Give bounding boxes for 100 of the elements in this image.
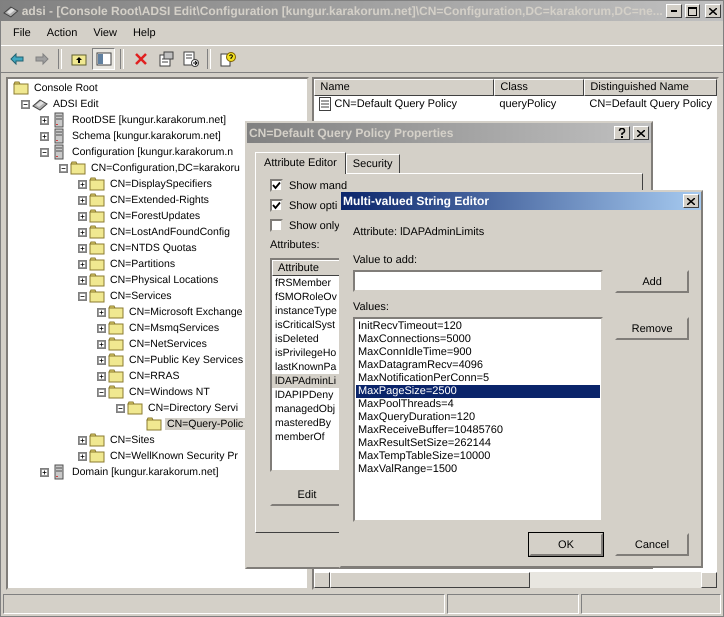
list-item[interactable]: InitRecvTimeout=120	[356, 320, 600, 333]
list-item[interactable]: MaxPoolThreads=4	[356, 398, 600, 411]
values-list[interactable]	[353, 317, 604, 522]
list-item[interactable]: MaxTempTableSize=10000	[356, 450, 600, 463]
folder-icon	[89, 240, 105, 256]
tree-item[interactable]: Schema [kungur.karakorum.net]	[70, 130, 223, 142]
checkbox[interactable]	[270, 199, 283, 212]
folder-icon	[89, 208, 105, 224]
table-cell-text: queryPolicy	[498, 97, 558, 111]
tree-item[interactable]: CN=Physical Locations	[108, 274, 220, 286]
expand-icon[interactable]	[97, 356, 106, 364]
maximize-button[interactable]	[684, 4, 700, 18]
tree-item[interactable]: CN=NetServices	[127, 338, 209, 350]
menu-item[interactable]: Help	[124, 25, 164, 41]
expand-icon[interactable]	[40, 132, 49, 140]
tree-item[interactable]: CN=Public Key Services	[127, 354, 246, 366]
checkbox-label: Show only	[289, 220, 340, 232]
table-cell[interactable]: CN=Default Query Policy	[334, 98, 457, 110]
tree-item[interactable]: CN=Sites	[108, 434, 157, 446]
folder-icon	[108, 304, 124, 320]
checkbox[interactable]	[270, 219, 283, 232]
list-item[interactable]: MaxValRange=1500	[356, 463, 600, 476]
tree-item[interactable]: CN=DisplaySpecifiers	[108, 178, 214, 190]
tree-item[interactable]: Configuration [kungur.karakorum.n	[70, 146, 236, 158]
expand-icon[interactable]	[40, 468, 49, 476]
collapse-icon[interactable]	[59, 164, 68, 172]
help-button[interactable]	[614, 126, 630, 140]
toolbar-button[interactable]	[92, 48, 115, 70]
list-item[interactable]: MaxQueryDuration=120	[356, 411, 600, 424]
expand-icon[interactable]	[40, 116, 49, 124]
tree-item[interactable]: RootDSE [kungur.karakorum.net]	[70, 114, 228, 126]
remove-button[interactable]: Remove	[615, 317, 689, 340]
list-item[interactable]: MaxNotificationPerConn=5	[356, 372, 600, 385]
tree-item[interactable]: CN=WellKnown Security Pr	[108, 450, 240, 462]
expand-icon[interactable]	[97, 308, 106, 316]
collapse-icon[interactable]	[116, 404, 125, 412]
list-item[interactable]: MaxReceiveBuffer=10485760	[356, 424, 600, 437]
column-header[interactable]: Name	[314, 79, 494, 96]
folder-icon	[108, 384, 124, 400]
close-button[interactable]	[683, 194, 699, 208]
column-header[interactable]: Distinguished Name	[584, 79, 717, 96]
tree-item[interactable]: CN=Microsoft Exchange	[127, 306, 245, 318]
menu-item[interactable]: Action	[38, 25, 86, 41]
tab[interactable]: Attribute Editor	[255, 152, 346, 174]
tree-item[interactable]: CN=Partitions	[108, 258, 178, 270]
minimize-button[interactable]	[666, 4, 682, 18]
folder-icon	[89, 192, 105, 208]
menu-item[interactable]: View	[85, 25, 125, 41]
tree-item[interactable]: CN=Configuration,DC=karakoru	[89, 162, 242, 174]
tree-item[interactable]: CN=RRAS	[127, 370, 182, 382]
folder-icon	[89, 256, 105, 272]
collapse-icon[interactable]	[21, 100, 30, 108]
collapse-icon[interactable]	[97, 388, 106, 396]
tree-item[interactable]: CN=Services	[108, 290, 174, 302]
expand-icon[interactable]	[78, 180, 87, 188]
scrollbar[interactable]	[314, 572, 717, 588]
ok-button[interactable]: OK	[529, 533, 603, 556]
tree-item[interactable]: CN=Windows NT	[127, 386, 212, 398]
tree-item[interactable]: CN=Extended-Rights	[108, 194, 211, 206]
tree-item[interactable]: CN=LostAndFoundConfig	[108, 226, 232, 238]
list-item[interactable]: MaxConnIdleTime=900	[356, 346, 600, 359]
add-button[interactable]: Add	[615, 270, 689, 293]
list-item[interactable]: MaxPageSize=2500	[356, 385, 600, 398]
expand-icon[interactable]	[78, 452, 87, 460]
expand-icon[interactable]	[78, 244, 87, 252]
expand-icon[interactable]	[78, 196, 87, 204]
tab[interactable]: Security	[346, 154, 400, 173]
close-button[interactable]	[705, 4, 722, 18]
tree-item[interactable]: CN=Directory Servi	[146, 402, 240, 414]
column-header[interactable]: Class	[494, 79, 584, 96]
expand-icon[interactable]	[78, 276, 87, 284]
expand-icon[interactable]	[97, 340, 106, 348]
expand-icon[interactable]	[97, 324, 106, 332]
list-item[interactable]: MaxResultSetSize=262144	[356, 437, 600, 450]
expand-icon[interactable]	[78, 212, 87, 220]
checkbox[interactable]	[270, 179, 283, 192]
menu-item[interactable]: File	[5, 25, 39, 41]
attribute-label: Attribute: lDAPAdminLimits	[353, 226, 486, 238]
tree-item[interactable]: Console Root	[32, 82, 100, 94]
cancel-button[interactable]: Cancel	[615, 533, 689, 556]
tree-item[interactable]: CN=Query-Polic	[165, 418, 246, 430]
tree-item[interactable]: CN=MsmqServices	[127, 322, 222, 334]
attributes-label: Attributes:	[270, 239, 321, 251]
list-item[interactable]: MaxConnections=5000	[356, 333, 600, 346]
value-field[interactable]	[353, 270, 604, 292]
tree-item[interactable]: CN=NTDS Quotas	[108, 242, 199, 254]
expand-icon[interactable]	[78, 228, 87, 236]
collapse-icon[interactable]	[78, 292, 87, 300]
expand-icon[interactable]	[97, 372, 106, 380]
tree-item[interactable]: Domain [kungur.karakorum.net]	[70, 466, 220, 478]
collapse-icon[interactable]	[40, 148, 49, 156]
expand-icon[interactable]	[78, 436, 87, 444]
close-button[interactable]	[633, 126, 649, 140]
folder-icon	[13, 80, 29, 96]
tree-item[interactable]: ADSI Edit	[51, 98, 101, 110]
help-icon	[220, 51, 236, 67]
left-arrow-icon	[8, 51, 24, 67]
tree-item[interactable]: CN=ForestUpdates	[108, 210, 202, 222]
expand-icon[interactable]	[78, 260, 87, 268]
list-item[interactable]: MaxDatagramRecv=4096	[356, 359, 600, 372]
